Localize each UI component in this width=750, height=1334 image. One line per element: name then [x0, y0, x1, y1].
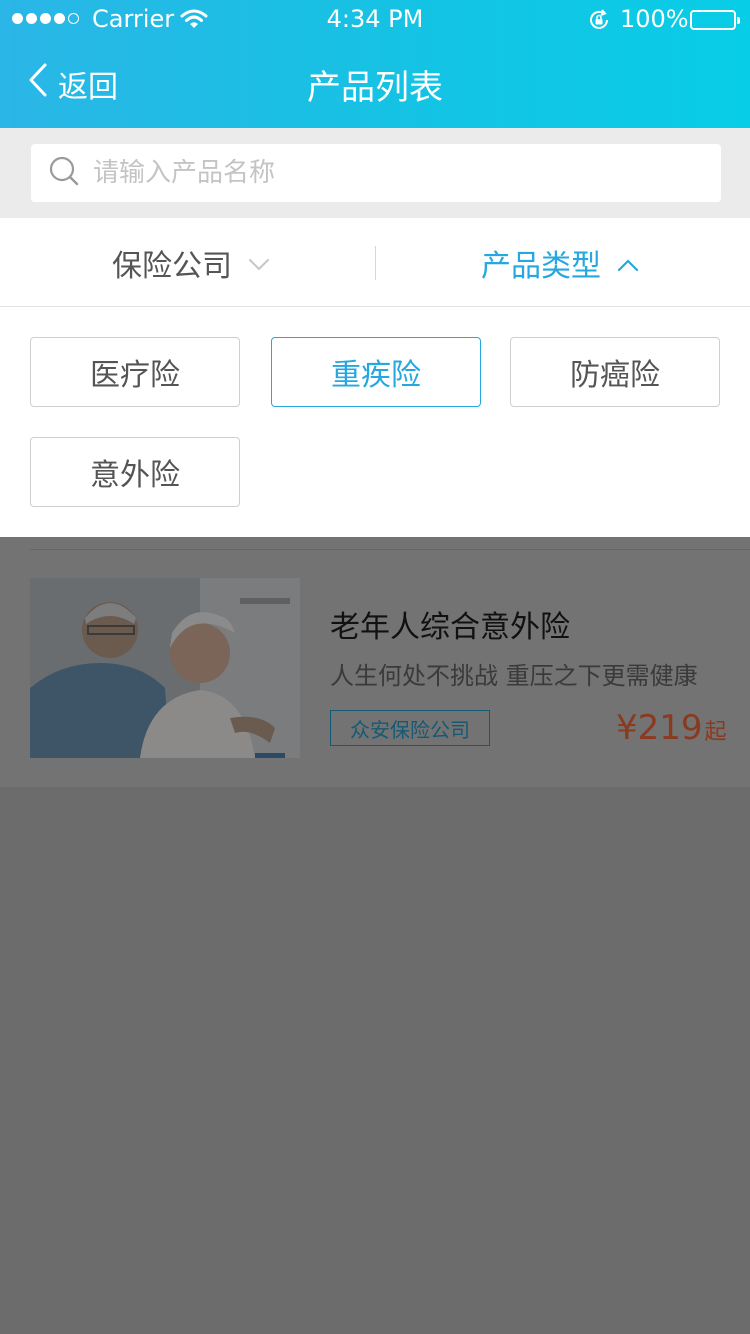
filter-product-type[interactable]: 产品类型: [481, 218, 639, 307]
product-description: 人生何处不挑战 重压之下更需健康: [330, 662, 698, 690]
price-suffix: 起: [704, 720, 727, 745]
type-option-accident[interactable]: 意外险: [30, 437, 240, 507]
filter-type-label: 产品类型: [481, 248, 601, 284]
search-box[interactable]: [31, 144, 721, 202]
type-option-critical-illness[interactable]: 重疾险: [271, 337, 481, 407]
dimmed-product-list: 老年人综合意外险 人生何处不挑战 重压之下更需健康 众安保险公司 ¥219 起: [0, 537, 750, 787]
status-bar: Carrier 4:34 PM 100%: [0, 0, 750, 40]
battery-icon: [690, 10, 740, 30]
type-option-medical[interactable]: 医疗险: [30, 337, 240, 407]
filter-bar: 保险公司 产品类型: [0, 218, 750, 307]
filter-divider: [375, 246, 376, 280]
search-icon: [49, 156, 79, 190]
header: Carrier 4:34 PM 100% 返回 产品列表: [0, 0, 750, 128]
search-area: [0, 128, 750, 218]
product-name: 老年人综合意外险: [330, 610, 570, 645]
product-image: [30, 578, 300, 758]
type-option-cancer[interactable]: 防癌险: [510, 337, 720, 407]
filter-insurance-company[interactable]: 保险公司: [112, 218, 270, 307]
nav-bar: 返回 产品列表: [0, 40, 750, 128]
filter-company-label: 保险公司: [112, 248, 232, 284]
product-card[interactable]: 老年人综合意外险 人生何处不挑战 重压之下更需健康 众安保险公司 ¥219 起: [0, 550, 750, 787]
price-amount: ¥219: [616, 708, 703, 748]
chevron-down-icon: [248, 245, 270, 280]
rotation-lock-icon: [587, 8, 611, 38]
product-price: ¥219 起: [616, 708, 727, 748]
page-title: 产品列表: [307, 68, 443, 108]
chevron-up-icon: [617, 245, 639, 280]
search-input[interactable]: [93, 158, 693, 188]
battery-percentage: 100%: [620, 5, 689, 33]
product-type-dropdown: 医疗险 重疾险 防癌险 意外险: [0, 307, 750, 537]
company-tag: 众安保险公司: [330, 710, 490, 746]
